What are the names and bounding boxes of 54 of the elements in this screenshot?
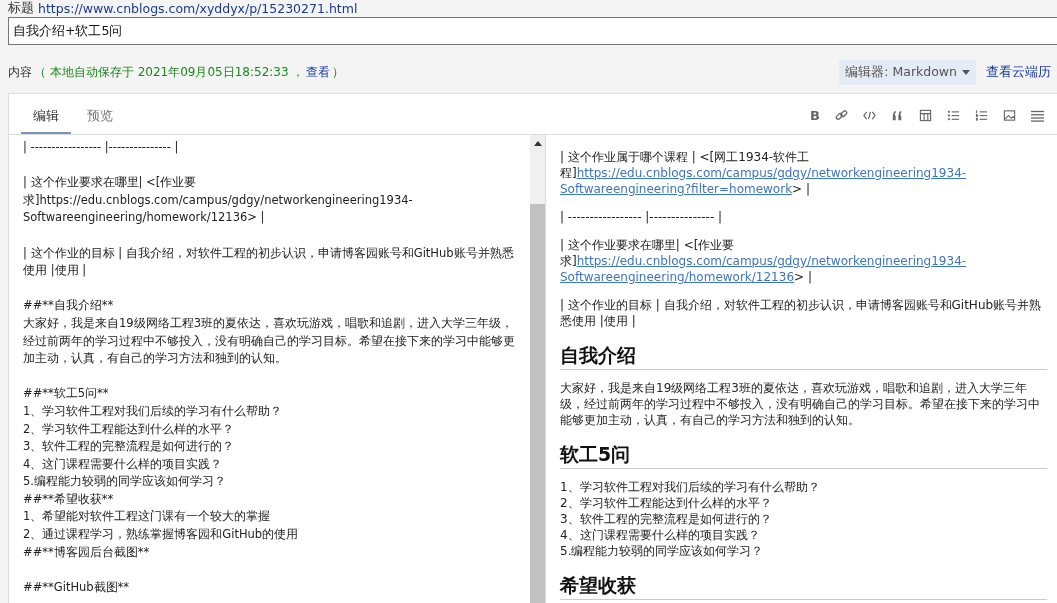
preview-paragraph: | 这个作业属于哪个课程 | <[网工1934-软件工 程]https://edu.cnblogs.com/campus/gdgy/networkengineering1934- Softwareengineering?filter=homework> | — [560, 149, 968, 197]
source-line: ##**软工5问** — [23, 386, 109, 401]
scroll-up-icon[interactable] — [533, 141, 542, 146]
preview-heading: 希望收获 — [560, 573, 1047, 600]
caret-icon — [962, 69, 970, 75]
source-line: | 这个作业的目标 | 自我介绍，对软件工程的初步认识，申请博客园账号和GitHub账号并熟悉使用 |使用 | — [23, 245, 514, 278]
source-line: 1、希望能对软件工程这门课有一个较大的掌握 — [23, 509, 271, 524]
title-label: 标题 — [8, 0, 34, 17]
preview-line: 5.编程能力较弱的同学应该如何学习？ — [560, 544, 764, 558]
bullet-list-icon[interactable] — [947, 108, 960, 122]
preview-line: 1、学习软件工程对我们后续的学习有什么帮助？ — [560, 480, 820, 494]
table-icon[interactable] — [919, 108, 932, 122]
source-line: ##**自我介绍** — [23, 298, 114, 313]
autosave-bracket: ） — [332, 63, 345, 81]
image-icon[interactable] — [1003, 108, 1016, 122]
title-field[interactable]: 自我介绍+软工5问 — [8, 17, 1057, 45]
source-line: 大家好，我是来自19级网络工程3班的夏依达，喜欢玩游戏，唱歌和追剧，进入大学三年级，经过前两年的学习过程中不够投入，没有明确自己的学习目标。希望在接下来的学习中能够更加主动，认真，有自己的学习方法和独到的认知。 — [23, 315, 515, 366]
source-line: 2、通过课程学习，熟练掌握博客园和GitHub的使用 — [23, 527, 299, 542]
preview-link[interactable]: Softwareengineering/homework/12136 — [560, 270, 795, 284]
preview-link[interactable]: https://edu.cnblogs.com/campus/gdgy/networkengineering1934- — [576, 254, 967, 268]
view-link[interactable]: 查看 — [306, 63, 331, 81]
quote-icon[interactable] — [891, 108, 904, 122]
preview-paragraph: 大家好，我是来自19级网络工程3班的夏依达，喜欢玩游戏，唱歌和追剧，进入大学三年级，经过前两年的学习过程中不够投入，没有明确自己的学习目标。希望在接下来的学习中能够更加主动，认真，有自己的学习方法和独到的认知。 — [560, 380, 1041, 428]
source-line: 4、这门课程需要什么样的项目实践？ — [23, 456, 223, 471]
preview-link[interactable]: https://edu.cnblogs.com/campus/gdgy/networkengineering1934- — [576, 166, 967, 180]
source-line: ##**希望收获** — [23, 491, 114, 506]
source-line: 3、软件工程的完整流程是如何进行的？ — [23, 439, 235, 454]
link-icon[interactable] — [835, 108, 848, 122]
preview-line: 4、这门课程需要什么样的项目实践？ — [560, 528, 760, 542]
source-line: ##**GitHub截图** — [23, 579, 130, 594]
editor-dropdown[interactable]: 编辑器: Markdown — [839, 59, 976, 85]
menu-icon[interactable] — [1031, 108, 1044, 122]
source-line: 2、学习软件工程能达到什么样的水平？ — [23, 421, 235, 436]
bold-button[interactable]: B — [810, 107, 820, 123]
preview-link[interactable]: Softwareengineering?filter=homework — [560, 182, 793, 196]
preview-paragraph: | 这个作业要求在哪里| <[作业要 求]https://edu.cnblogs.com/campus/gdgy/networkengineering1934- Softwareengineering/homework/12136> | — [560, 237, 968, 285]
preview-paragraph: | 这个作业的目标 | 自我介绍，对软件工程的初步认识，申请博客园账号和GitHub账号并熟悉使用 |使用 | — [560, 297, 1043, 329]
source-line: ##**博客园后台截图** — [23, 544, 150, 559]
source-line: 1、学习软件工程对我们后续的学习有什么帮助？ — [23, 403, 283, 418]
preview-line: 3、软件工程的完整流程是如何进行的？ — [560, 512, 772, 526]
tab[interactable]: 编辑 — [21, 102, 71, 134]
preview-line: 2、学习软件工程能达到什么样的水平？ — [560, 496, 772, 510]
post-url-link[interactable]: https://www.cnblogs.com/xyddyx/p/15230271.html — [38, 0, 358, 16]
source-line: | ----------------- |--------------- | — [23, 140, 179, 154]
cloud-history-link[interactable]: 查看云端历 — [986, 63, 1051, 81]
numbered-list-icon[interactable] — [975, 108, 988, 122]
source-line: 5.编程能力较弱的同学应该如何学习？ — [23, 474, 226, 489]
preview-paragraph: | ----------------- |--------------- | — [560, 209, 724, 225]
tab[interactable]: 预览 — [75, 102, 125, 134]
preview-heading: 软工5问 — [560, 442, 1047, 469]
autosave-status: （ 本地自动保存于 2021年09月05日18:52:33 ， — [34, 63, 305, 81]
content-label: 内容 — [8, 63, 32, 81]
preview-heading: 自我介绍 — [560, 343, 1047, 370]
source-line: | 这个作业要求在哪里| <[作业要求]https://edu.cnblogs.com/campus/gdgy/networkengineering1934-Softwareengineering/homework/12136> | — [23, 175, 413, 225]
